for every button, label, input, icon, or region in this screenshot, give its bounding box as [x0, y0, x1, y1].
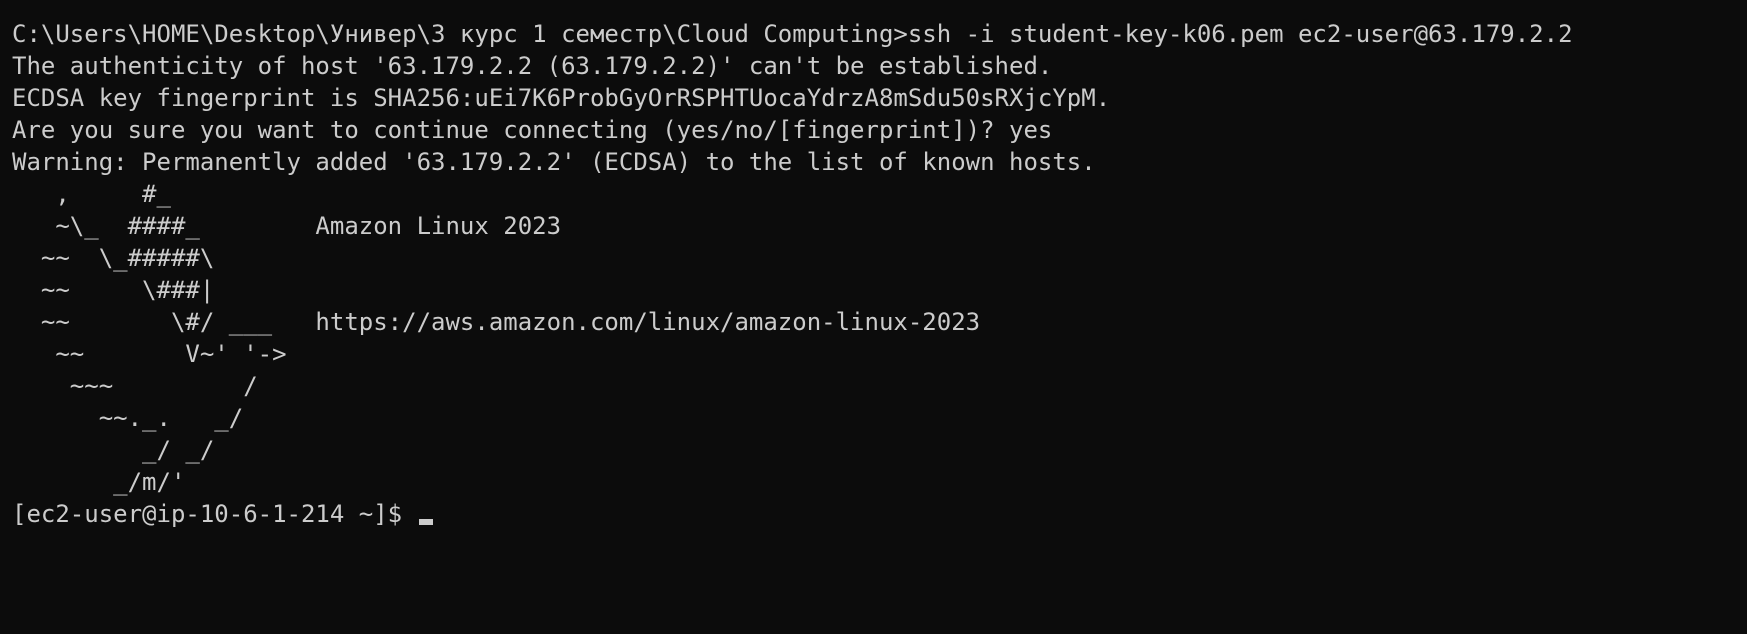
ssh-command-line: C:\Users\HOME\Desktop\Универ\3 курс 1 се… — [12, 20, 1573, 48]
banner-line: , #_ — [12, 180, 171, 208]
shell-prompt: [ec2-user@ip-10-6-1-214 ~]$ — [12, 500, 417, 528]
continue-prompt-line: Are you sure you want to continue connec… — [12, 116, 1053, 144]
banner-line: ~~~ / — [12, 372, 258, 400]
text-cursor — [418, 519, 433, 525]
banner-line: ~~ V~' '-> — [12, 340, 287, 368]
banner-line: ~~._. _/ — [12, 404, 244, 432]
shell-prompt-line[interactable]: [ec2-user@ip-10-6-1-214 ~]$ — [12, 498, 1747, 530]
fingerprint-line: ECDSA key fingerprint is SHA256:uEi7K6Pr… — [12, 84, 1111, 112]
banner-url-line: ~~ \#/ ___ https://aws.amazon.com/linux/… — [12, 308, 981, 336]
terminal-window[interactable]: C:\Users\HOME\Desktop\Универ\3 курс 1 се… — [0, 0, 1747, 634]
banner-line: ~~ \###| — [12, 276, 215, 304]
authenticity-warning-line: The authenticity of host '63.179.2.2 (63… — [12, 52, 1053, 80]
banner-line: ~~ \_#####\ — [12, 244, 215, 272]
banner-line: _/ _/ — [12, 436, 215, 464]
banner-line: _/m/' — [12, 468, 186, 496]
known-hosts-warning-line: Warning: Permanently added '63.179.2.2' … — [12, 148, 1096, 176]
banner-title-line: ~\_ ####_ Amazon Linux 2023 — [12, 212, 562, 240]
